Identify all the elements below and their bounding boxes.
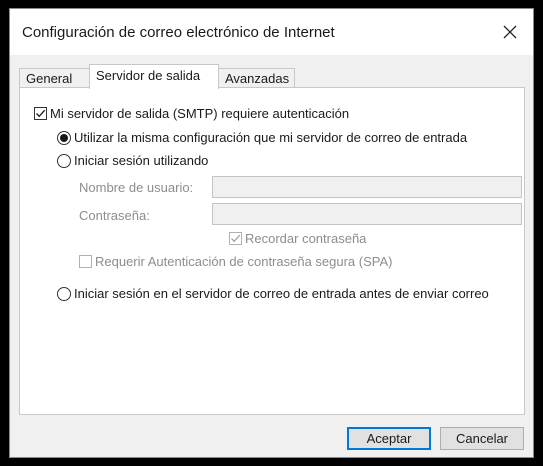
login-using-radio[interactable] — [57, 153, 71, 168]
login-before-send-label: Iniciar sesión en el servidor de correo … — [74, 286, 489, 301]
login-before-send-radio[interactable] — [57, 286, 71, 301]
spa-label: Requerir Autenticación de contraseña seg… — [95, 254, 393, 269]
dialog-title: Configuración de correo electrónico de I… — [22, 24, 335, 41]
password-label: Contraseña: — [79, 208, 150, 223]
checkmark-icon — [231, 234, 241, 243]
remember-password-checkbox[interactable] — [229, 232, 242, 245]
cancel-button[interactable]: Cancelar — [440, 427, 524, 450]
tab-avanzadas[interactable]: Avanzadas — [218, 68, 295, 87]
smtp-auth-label: Mi servidor de salida (SMTP) requiere au… — [50, 106, 350, 121]
title-bar: Configuración de correo electrónico de I… — [10, 9, 533, 55]
login-using-option[interactable]: Iniciar sesión utilizando — [57, 153, 208, 168]
tab-general[interactable]: General — [19, 68, 90, 87]
tab-servidor-de-salida[interactable]: Servidor de salida — [89, 64, 219, 89]
remember-password-label: Recordar contraseña — [245, 231, 367, 246]
remember-password-option[interactable]: Recordar contraseña — [229, 231, 366, 246]
same-settings-radio[interactable] — [57, 130, 71, 145]
smtp-auth-option[interactable]: Mi servidor de salida (SMTP) requiere au… — [34, 106, 349, 121]
accept-button[interactable]: Aceptar — [347, 427, 431, 450]
same-settings-label: Utilizar la misma configuración que mi s… — [74, 130, 468, 145]
spa-checkbox[interactable] — [79, 255, 92, 268]
login-before-send-option[interactable]: Iniciar sesión en el servidor de correo … — [57, 286, 489, 301]
username-label: Nombre de usuario: — [79, 180, 194, 195]
close-icon — [503, 25, 517, 39]
password-field[interactable] — [212, 203, 522, 225]
same-settings-option[interactable]: Utilizar la misma configuración que mi s… — [57, 130, 467, 145]
radio-selected-dot — [60, 133, 68, 142]
username-field[interactable] — [212, 176, 522, 198]
outgoing-server-panel: Mi servidor de salida (SMTP) requiere au… — [19, 87, 525, 415]
internet-email-settings-dialog: Configuración de correo electrónico de I… — [9, 8, 534, 458]
smtp-auth-checkbox[interactable] — [34, 107, 47, 120]
login-using-label: Iniciar sesión utilizando — [74, 153, 209, 168]
close-button[interactable] — [487, 9, 533, 55]
checkmark-icon — [36, 109, 46, 118]
spa-option[interactable]: Requerir Autenticación de contraseña seg… — [79, 254, 392, 269]
